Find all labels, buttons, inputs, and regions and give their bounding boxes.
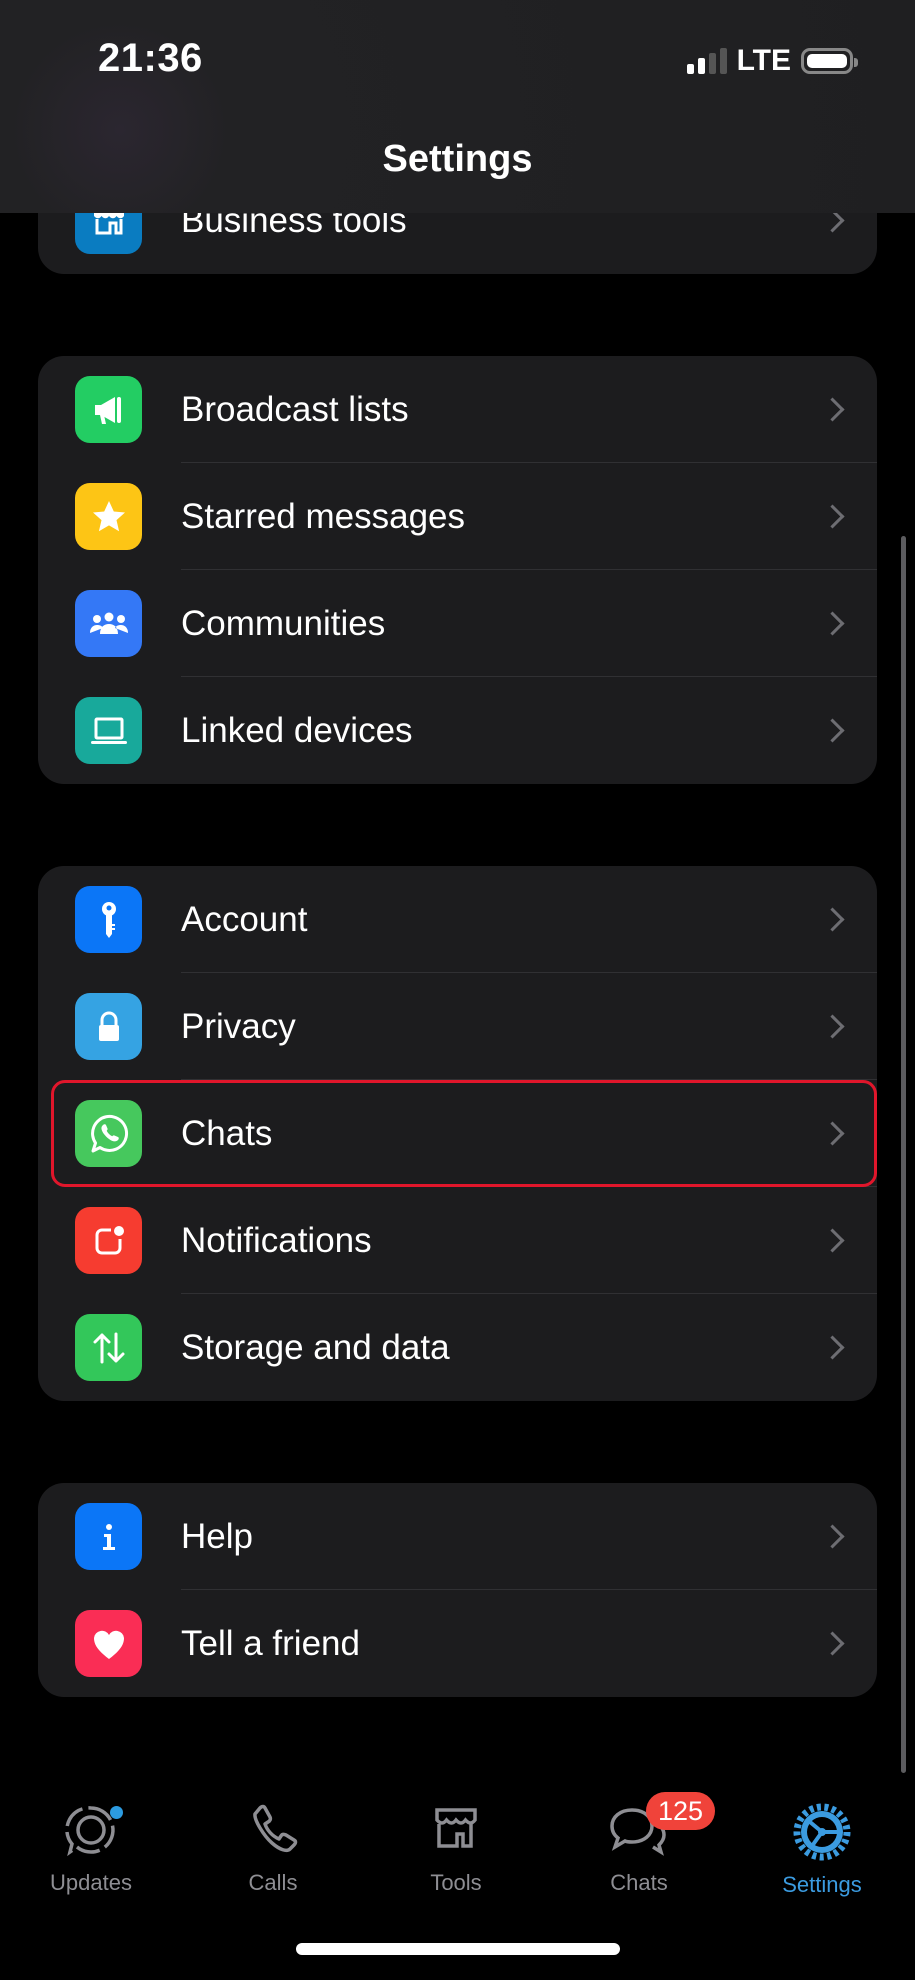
chevron-right-icon bbox=[820, 718, 845, 743]
item-label: Linked devices bbox=[181, 710, 413, 750]
settings-item-help[interactable]: Help bbox=[38, 1483, 877, 1590]
arrows-updown-icon bbox=[75, 1314, 142, 1381]
chevron-right-icon bbox=[820, 611, 845, 636]
phone-icon bbox=[253, 1804, 298, 1853]
laptop-icon bbox=[75, 697, 142, 764]
scrollbar[interactable] bbox=[901, 536, 906, 1773]
key-icon bbox=[75, 886, 142, 953]
people-icon bbox=[75, 590, 142, 657]
info-icon bbox=[75, 1503, 142, 1570]
settings-group-account: Account Privacy Chats Notifications Stor… bbox=[38, 866, 877, 1401]
tab-tools[interactable]: Tools bbox=[381, 1800, 531, 1896]
item-label: Privacy bbox=[181, 1006, 296, 1046]
chevron-right-icon bbox=[820, 1014, 845, 1039]
settings-item-chats[interactable]: Chats bbox=[38, 1080, 877, 1187]
item-label: Tell a friend bbox=[181, 1623, 360, 1663]
notification-icon bbox=[75, 1207, 142, 1274]
item-label: Starred messages bbox=[181, 496, 466, 536]
settings-item-starred-messages[interactable]: Starred messages bbox=[38, 463, 877, 570]
updates-dot bbox=[110, 1806, 123, 1819]
item-label: Chats bbox=[181, 1113, 273, 1153]
megaphone-icon bbox=[75, 376, 142, 443]
settings-item-communities[interactable]: Communities bbox=[38, 570, 877, 677]
settings-item-notifications[interactable]: Notifications bbox=[38, 1187, 877, 1294]
page-title: Settings bbox=[382, 138, 533, 180]
gear-icon bbox=[793, 1803, 851, 1861]
tab-bar: Updates Calls Tools 125 Chats Settings bbox=[0, 1780, 915, 1910]
unread-badge: 125 bbox=[646, 1792, 716, 1830]
battery-icon bbox=[801, 48, 858, 74]
status-time: 21:36 bbox=[98, 36, 203, 80]
settings-item-tell-a-friend[interactable]: Tell a friend bbox=[38, 1590, 877, 1697]
settings-group-tools: Broadcast lists Starred messages Communi… bbox=[38, 356, 877, 784]
home-indicator[interactable] bbox=[296, 1943, 620, 1955]
status-indicators: LTE bbox=[686, 44, 858, 78]
tab-chats[interactable]: 125 Chats bbox=[564, 1792, 716, 1896]
tab-label: Chats bbox=[610, 1870, 668, 1895]
tab-label: Settings bbox=[782, 1872, 862, 1897]
tab-calls[interactable]: Calls bbox=[198, 1800, 348, 1896]
item-label: Storage and data bbox=[181, 1327, 450, 1367]
chevron-right-icon bbox=[820, 1631, 845, 1656]
settings-group-help: Help Tell a friend bbox=[38, 1483, 877, 1697]
chevron-right-icon bbox=[820, 1335, 845, 1360]
item-label: Help bbox=[181, 1516, 253, 1556]
heart-icon bbox=[75, 1610, 142, 1677]
item-label: Notifications bbox=[181, 1220, 372, 1260]
whatsapp-icon bbox=[75, 1100, 142, 1167]
settings-item-linked-devices[interactable]: Linked devices bbox=[38, 677, 877, 784]
settings-item-privacy[interactable]: Privacy bbox=[38, 973, 877, 1080]
tab-label: Tools bbox=[430, 1870, 482, 1895]
item-label: Broadcast lists bbox=[181, 389, 409, 429]
chevron-right-icon bbox=[820, 1121, 845, 1146]
tab-label: Updates bbox=[50, 1870, 132, 1895]
chevron-right-icon bbox=[820, 907, 845, 932]
star-icon bbox=[75, 483, 142, 550]
navigation-header: 21:36 LTE Settings bbox=[0, 0, 915, 213]
network-type: LTE bbox=[736, 44, 791, 77]
item-label: Account bbox=[181, 899, 308, 939]
chevron-right-icon bbox=[820, 397, 845, 422]
chevron-right-icon bbox=[820, 1524, 845, 1549]
signal-icon bbox=[686, 48, 727, 74]
tab-updates[interactable]: Updates bbox=[16, 1800, 166, 1896]
tab-label: Calls bbox=[248, 1870, 298, 1895]
store-icon bbox=[435, 1808, 477, 1848]
settings-item-storage-and-data[interactable]: Storage and data bbox=[38, 1294, 877, 1401]
chevron-right-icon bbox=[820, 504, 845, 529]
settings-item-account[interactable]: Account bbox=[38, 866, 877, 973]
settings-item-broadcast-lists[interactable]: Broadcast lists bbox=[38, 356, 877, 463]
chevron-right-icon bbox=[820, 1228, 845, 1253]
lock-icon bbox=[75, 993, 142, 1060]
item-label: Communities bbox=[181, 603, 386, 643]
tab-settings[interactable]: Settings bbox=[747, 1800, 897, 1898]
